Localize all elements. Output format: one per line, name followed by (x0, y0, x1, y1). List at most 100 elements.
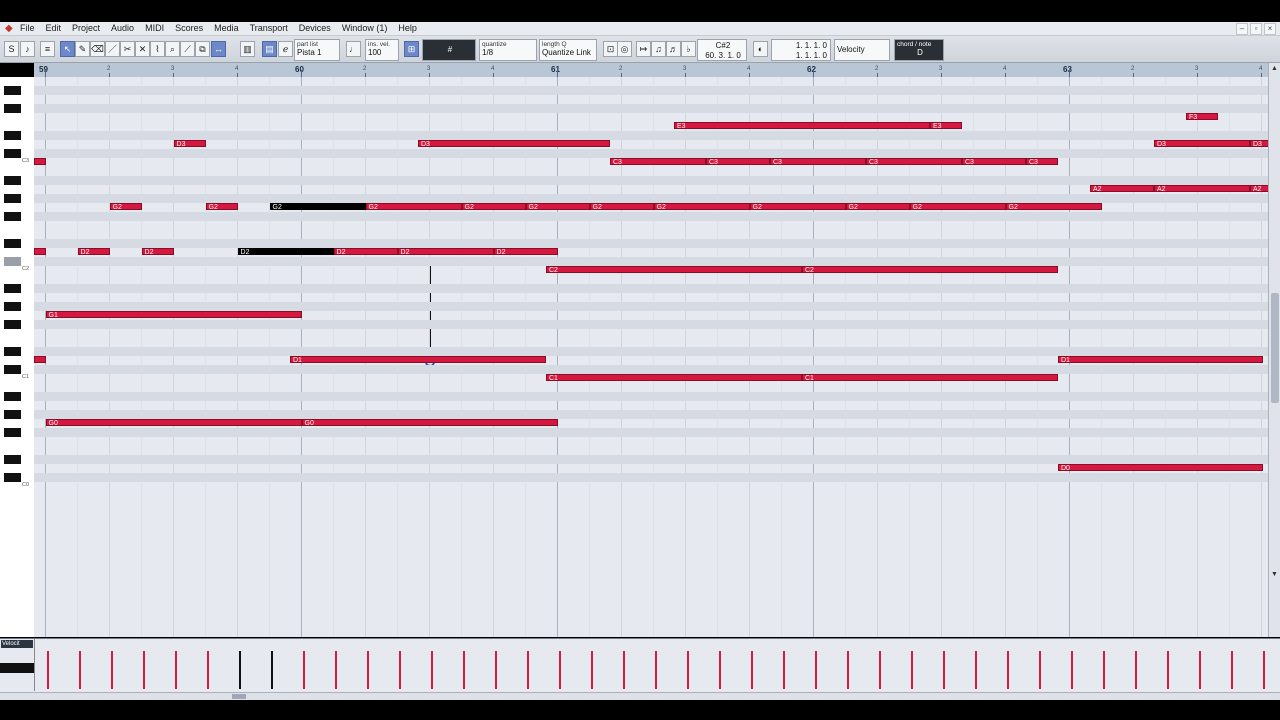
insert-velocity-field[interactable]: ins. vel. 100 (365, 39, 399, 61)
midi-note[interactable]: C1 (802, 374, 1058, 381)
piano-black-key[interactable] (4, 104, 21, 113)
velocity-bar[interactable] (622, 651, 625, 689)
midi-note[interactable] (34, 356, 46, 363)
vertical-scroll-thumb[interactable] (1271, 293, 1279, 403)
piano-black-key[interactable] (4, 239, 21, 248)
velocity-bar[interactable] (78, 651, 81, 689)
velocity-bar[interactable] (686, 651, 689, 689)
midi-note[interactable]: G2 (1005, 203, 1102, 210)
velocity-bar[interactable] (462, 651, 465, 689)
midi-note[interactable]: C3 (770, 158, 866, 165)
velocity-bar[interactable] (270, 651, 273, 689)
zoom-tool-icon[interactable]: ⌕ (165, 41, 180, 57)
menu-edit[interactable]: Edit (46, 22, 62, 35)
midi-note[interactable]: D2 (141, 248, 174, 255)
midi-note[interactable]: E3 (930, 122, 962, 129)
midi-note[interactable]: G2 (269, 203, 366, 210)
controller-lane-dropdown[interactable]: Velocity (834, 39, 890, 61)
velocity-bar[interactable] (1038, 651, 1041, 689)
velocity-bar[interactable] (590, 651, 593, 689)
velocity-bar[interactable] (302, 651, 305, 689)
piano-black-key[interactable] (4, 176, 21, 185)
midi-note[interactable]: A2 (1250, 185, 1268, 192)
timeline-ruler[interactable]: 59 60 61 62 63 2 3 4 2 3 4 2 3 4 2 3 4 2 3 4 (34, 63, 1268, 78)
velocity-bar[interactable] (526, 651, 529, 689)
midi-note[interactable]: D2 (397, 248, 494, 255)
move-insert-mode-icon[interactable]: ↦ (636, 41, 651, 57)
midi-note[interactable] (34, 158, 46, 165)
erase-tool-icon[interactable]: ⌫ (90, 41, 105, 57)
part-list-dropdown[interactable]: part list Pista 1 (294, 39, 340, 61)
velocity-bar[interactable] (1102, 651, 1105, 689)
menu-audio[interactable]: Audio (111, 22, 134, 35)
minimize-icon[interactable]: – (1236, 23, 1248, 35)
velocity-bar[interactable] (174, 651, 177, 689)
midi-note[interactable]: D3 (418, 140, 610, 147)
midi-note[interactable]: G2 (109, 203, 142, 210)
velocity-bar[interactable] (366, 651, 369, 689)
midi-note[interactable]: F3 (1186, 113, 1218, 120)
velocity-bar[interactable] (782, 651, 785, 689)
vertical-scrollbar[interactable]: ▲ ▼ (1268, 63, 1280, 637)
midi-note[interactable]: C3 (1026, 158, 1058, 165)
midi-note[interactable]: D1 (1058, 356, 1263, 363)
snap-icon[interactable]: ⊞ (404, 41, 419, 57)
cubase-logo-icon[interactable]: ◆ (5, 23, 15, 34)
velocity-bar[interactable] (110, 651, 113, 689)
velocity-bar[interactable] (910, 651, 913, 689)
restore-icon[interactable]: ▫ (1250, 23, 1262, 35)
velocity-bar[interactable] (206, 651, 209, 689)
step-input-icon[interactable]: ⊡ (603, 41, 618, 57)
velocity-bar[interactable] (1134, 651, 1137, 689)
object-selection-tool-icon[interactable]: ↖ (60, 41, 75, 57)
scroll-up-icon[interactable]: ▲ (1271, 65, 1278, 72)
midi-note[interactable]: D3 (1154, 140, 1250, 147)
midi-note[interactable]: D3 (173, 140, 206, 147)
velocity-bar[interactable] (494, 651, 497, 689)
velocity-bar[interactable] (334, 651, 337, 689)
midi-note[interactable]: C1 (546, 374, 802, 381)
midi-note[interactable]: G1 (45, 311, 302, 318)
velocity-bar[interactable] (430, 651, 433, 689)
controller-lane-selector[interactable]: Velocit (1, 640, 33, 648)
midi-note[interactable]: G2 (589, 203, 654, 210)
velocity-bar[interactable] (46, 651, 49, 689)
midi-note[interactable]: A2 (1090, 185, 1154, 192)
midi-input-icon[interactable]: ◎ (617, 41, 632, 57)
length-quantize-dropdown[interactable]: length Q Quantize Link (539, 39, 597, 61)
velocity-bar[interactable] (238, 651, 241, 689)
edit-active-part-icon[interactable]: ℯ (278, 41, 293, 57)
autoscroll-icon[interactable]: ↔ (211, 41, 226, 57)
show-info-icon[interactable]: ≡ (40, 41, 55, 57)
show-part-borders-icon[interactable]: ▤ (262, 41, 277, 57)
velocity-bar[interactable] (814, 651, 817, 689)
velocity-bar[interactable] (1166, 651, 1169, 689)
velocity-bar[interactable] (942, 651, 945, 689)
midi-note[interactable]: D3 (1250, 140, 1268, 147)
midi-note[interactable]: G2 (909, 203, 1006, 210)
midi-note[interactable]: C3 (610, 158, 706, 165)
velocity-bar[interactable] (1230, 651, 1233, 689)
menu-transport[interactable]: Transport (250, 22, 288, 35)
line-tool-icon[interactable]: ／ (105, 41, 120, 57)
midi-note[interactable]: A2 (1154, 185, 1250, 192)
record-note-on-velocity-icon[interactable]: ♬ (666, 41, 681, 57)
velocity-bar[interactable] (1006, 651, 1009, 689)
piano-black-key[interactable] (4, 302, 21, 311)
velocity-bar[interactable] (398, 651, 401, 689)
piano-black-key[interactable] (4, 131, 21, 140)
menu-scores[interactable]: Scores (175, 22, 203, 35)
velocity-bar[interactable] (1198, 651, 1201, 689)
timewarp-tool-icon[interactable]: ⧉ (195, 41, 210, 57)
menu-window[interactable]: Window (1) (342, 22, 388, 35)
velocity-bar[interactable] (846, 651, 849, 689)
note-grid[interactable]: D3 D3 E3 E3 F3 D3 D3 C3 C3 C3 C3 C3 C3 A2 A2 A2 G2 G2 G2 G2… (34, 77, 1268, 637)
midi-note[interactable]: G2 (365, 203, 462, 210)
midi-note[interactable]: C3 (866, 158, 962, 165)
piano-black-key[interactable] (4, 347, 21, 356)
draw-tool-icon[interactable]: ✎ (75, 41, 90, 57)
menu-file[interactable]: File (20, 22, 35, 35)
menu-midi[interactable]: MIDI (145, 22, 164, 35)
midi-note[interactable]: C3 (706, 158, 770, 165)
midi-note[interactable]: G2 (461, 203, 526, 210)
